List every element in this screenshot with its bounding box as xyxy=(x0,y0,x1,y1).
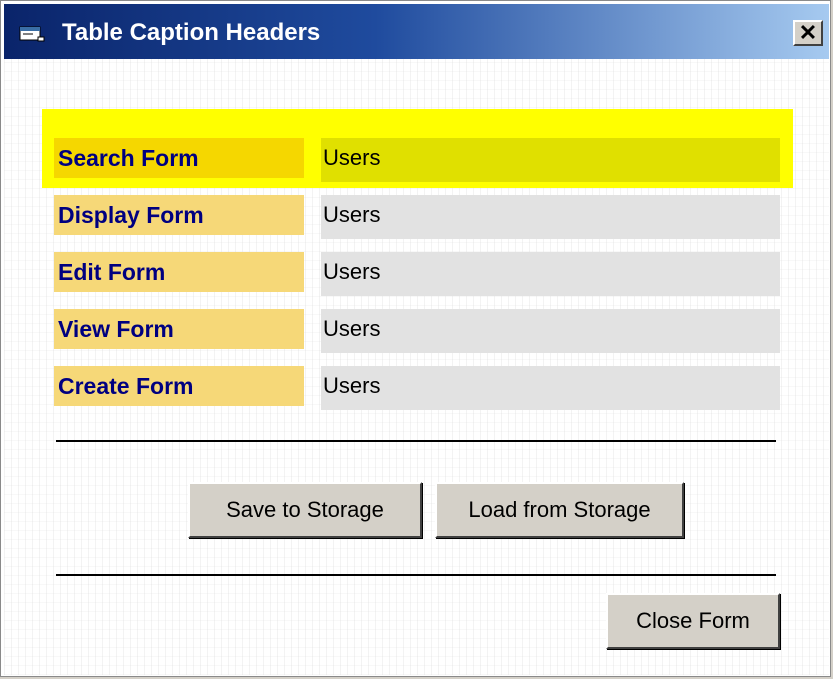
form-client-area: Search Form Users Display Form Users Edi… xyxy=(4,59,829,675)
search-form-label: Search Form xyxy=(54,138,304,178)
search-form-field[interactable]: Users xyxy=(321,138,780,182)
row-search-form: Search Form Users xyxy=(54,138,781,182)
create-form-field[interactable]: Users xyxy=(321,366,780,410)
create-form-label: Create Form xyxy=(54,366,304,406)
row-create-form: Create Form Users xyxy=(54,366,781,410)
edit-form-field[interactable]: Users xyxy=(321,252,780,296)
close-window-button[interactable]: ✕ xyxy=(793,20,823,46)
edit-form-label: Edit Form xyxy=(54,252,304,292)
row-edit-form: Edit Form Users xyxy=(54,252,781,296)
row-view-form: View Form Users xyxy=(54,309,781,353)
display-form-label: Display Form xyxy=(54,195,304,235)
window-title: Table Caption Headers xyxy=(62,19,321,46)
row-display-form: Display Form Users xyxy=(54,195,781,239)
divider-bottom xyxy=(56,574,776,576)
divider-top xyxy=(56,440,776,442)
view-form-label: View Form xyxy=(54,309,304,349)
display-form-field[interactable]: Users xyxy=(321,195,780,239)
app-window-icon xyxy=(19,26,45,42)
dialog-window: Table Caption Headers ✕ Search Form User… xyxy=(0,0,831,677)
save-to-storage-button[interactable]: Save to Storage xyxy=(188,482,422,538)
load-from-storage-button[interactable]: Load from Storage xyxy=(435,482,684,538)
close-form-button[interactable]: Close Form xyxy=(606,593,780,649)
view-form-field[interactable]: Users xyxy=(321,309,780,353)
title-bar[interactable]: Table Caption Headers ✕ xyxy=(4,4,829,59)
close-icon: ✕ xyxy=(798,20,818,45)
